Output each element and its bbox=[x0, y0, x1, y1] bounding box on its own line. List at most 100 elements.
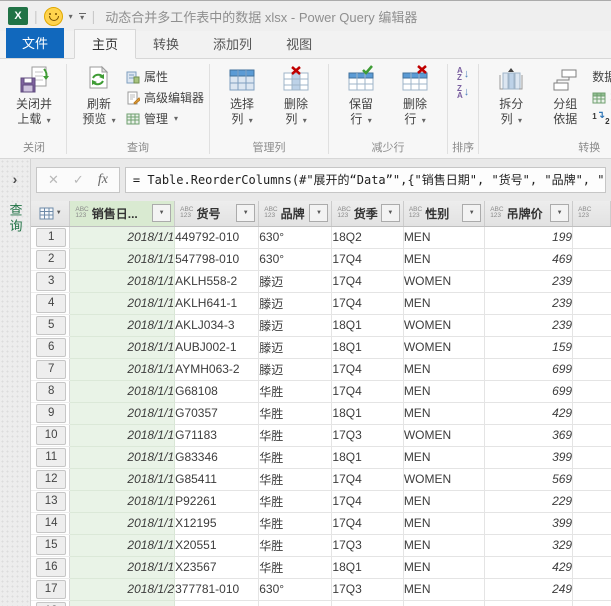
cell[interactable]: 17Q4 bbox=[331, 380, 404, 403]
cell[interactable]: 17Q4 bbox=[331, 468, 404, 491]
cell[interactable]: MEN bbox=[403, 490, 486, 513]
row-number[interactable]: 7 bbox=[31, 358, 71, 381]
cell[interactable]: 17Q3 bbox=[331, 424, 404, 447]
cell[interactable]: 2018/1/1 bbox=[69, 380, 176, 403]
properties-button[interactable]: 属性 bbox=[126, 66, 204, 87]
cell[interactable]: MEN bbox=[403, 226, 486, 249]
cell[interactable]: P92261 bbox=[174, 490, 260, 513]
cell[interactable]: 369 bbox=[484, 424, 574, 447]
cell[interactable]: 630° bbox=[258, 578, 333, 601]
row-number[interactable]: 6 bbox=[31, 336, 71, 359]
tab-home[interactable]: 主页 bbox=[74, 29, 137, 59]
cell[interactable]: 239 bbox=[484, 314, 574, 337]
cell[interactable]: 239 bbox=[484, 270, 574, 293]
cell[interactable]: 377781-010 bbox=[174, 578, 260, 601]
cell[interactable]: WOMEN bbox=[403, 424, 486, 447]
row-number[interactable]: 2 bbox=[31, 248, 71, 271]
cell[interactable]: 18Q1 bbox=[331, 314, 404, 337]
cell[interactable]: 华胜 bbox=[258, 512, 333, 535]
formula-input[interactable]: = Table.ReorderColumns(#"展开的“Data”",{"销售… bbox=[124, 167, 606, 193]
cell[interactable]: G71183 bbox=[174, 424, 260, 447]
cell[interactable]: 华胜 bbox=[258, 490, 333, 513]
split-column-button[interactable]: 拆分 列 ▾ bbox=[484, 63, 538, 130]
cell[interactable]: 569 bbox=[484, 468, 574, 491]
cell[interactable]: 449792-010 bbox=[174, 226, 260, 249]
cell[interactable]: 华胜 bbox=[258, 424, 333, 447]
remove-columns-button[interactable]: 删除 列 ▾ bbox=[269, 63, 323, 130]
cell[interactable]: 18Q1 bbox=[331, 446, 404, 469]
tab-transform[interactable]: 转换 bbox=[136, 30, 196, 58]
cell[interactable]: 429 bbox=[484, 402, 574, 425]
cell[interactable]: AUBJ002-1 bbox=[174, 336, 260, 359]
cell[interactable]: MEN bbox=[403, 292, 486, 315]
row-number[interactable]: 17 bbox=[31, 578, 71, 601]
fx-icon[interactable]: fx bbox=[98, 172, 108, 188]
column-header[interactable]: ABC 123 吊牌价 ▼ bbox=[484, 201, 574, 227]
cell[interactable]: MEN bbox=[403, 380, 486, 403]
row-number[interactable]: 1 bbox=[31, 226, 71, 249]
cell[interactable]: 17Q4 bbox=[331, 248, 404, 271]
cell[interactable]: 17Q4 bbox=[331, 600, 404, 606]
cell[interactable]: 17Q4 bbox=[331, 270, 404, 293]
cell[interactable]: 159 bbox=[484, 336, 574, 359]
cell[interactable]: 399 bbox=[484, 446, 574, 469]
cell[interactable]: AKLH558-2 bbox=[174, 270, 260, 293]
filter-dropdown-button[interactable]: ▼ bbox=[380, 204, 400, 223]
cell[interactable]: 329 bbox=[484, 534, 574, 557]
cell[interactable]: 199 bbox=[484, 226, 574, 249]
cell[interactable]: 2018/1/1 bbox=[69, 358, 176, 381]
row-number[interactable]: 11 bbox=[31, 446, 71, 469]
cell[interactable]: 华胜 bbox=[258, 402, 333, 425]
cell[interactable]: MEN bbox=[403, 248, 486, 271]
manage-button[interactable]: 管理 ▾ bbox=[126, 108, 204, 129]
keep-rows-button[interactable]: 保留 行 ▾ bbox=[334, 63, 388, 130]
cell[interactable]: 17Q4 bbox=[331, 292, 404, 315]
cancel-formula-icon[interactable]: ✕ bbox=[48, 172, 59, 188]
filter-dropdown-button[interactable]: ▼ bbox=[462, 204, 482, 223]
row-number[interactable]: 3 bbox=[31, 270, 71, 293]
cell[interactable]: X23567 bbox=[174, 556, 260, 579]
feedback-smiley-icon[interactable] bbox=[43, 6, 63, 26]
cell[interactable]: 2018/1/1 bbox=[69, 468, 176, 491]
cell[interactable]: 699 bbox=[484, 380, 574, 403]
cell[interactable]: WOMEN bbox=[403, 336, 486, 359]
cell[interactable]: G70357 bbox=[174, 402, 260, 425]
cell[interactable]: WOMEN bbox=[403, 270, 486, 293]
cell[interactable]: 630° bbox=[258, 226, 333, 249]
filter-dropdown-button[interactable]: ▼ bbox=[309, 204, 329, 223]
cell[interactable]: 华胜 bbox=[258, 556, 333, 579]
row-number[interactable]: 4 bbox=[31, 292, 71, 315]
cell[interactable]: 2018/1/2 bbox=[69, 600, 176, 606]
cell[interactable]: 547798-010 bbox=[174, 248, 260, 271]
cell[interactable]: 18Q1 bbox=[331, 556, 404, 579]
choose-columns-button[interactable]: 选择 列 ▾ bbox=[215, 63, 269, 130]
filter-dropdown-button[interactable]: ▼ bbox=[152, 204, 172, 223]
cell[interactable]: 630° bbox=[258, 600, 333, 606]
row-number[interactable]: 18 bbox=[31, 600, 71, 606]
cell[interactable]: 1199 bbox=[484, 600, 574, 606]
cell[interactable]: 2018/1/1 bbox=[69, 292, 176, 315]
smiley-dropdown-icon[interactable]: ▾ bbox=[69, 12, 73, 21]
tab-view[interactable]: 视图 bbox=[269, 30, 329, 58]
cell[interactable]: 18Q1 bbox=[331, 402, 404, 425]
replace-values-button[interactable]: 1↴2 替换值 bbox=[592, 108, 611, 129]
cell[interactable]: 华胜 bbox=[258, 468, 333, 491]
cell[interactable]: 2018/1/1 bbox=[69, 336, 176, 359]
cell[interactable]: 249 bbox=[484, 578, 574, 601]
cell[interactable]: WOMEN bbox=[403, 314, 486, 337]
cell[interactable]: 2018/1/1 bbox=[69, 490, 176, 513]
tab-add-column[interactable]: 添加列 bbox=[196, 30, 269, 58]
filter-dropdown-button[interactable]: ▼ bbox=[550, 204, 570, 223]
close-and-load-button[interactable]: 关闭并 上载 ▾ bbox=[7, 63, 61, 130]
column-header[interactable]: ABC 123 货号 ▼ bbox=[174, 201, 260, 227]
cell[interactable]: 2018/1/1 bbox=[69, 556, 176, 579]
cell[interactable]: 17Q4 bbox=[331, 512, 404, 535]
cell[interactable]: 17Q4 bbox=[331, 490, 404, 513]
group-by-button[interactable]: 分组 依据 bbox=[538, 63, 592, 129]
cell[interactable]: 滕迈 bbox=[258, 270, 333, 293]
cell[interactable]: 239 bbox=[484, 292, 574, 315]
cell[interactable]: 2018/1/1 bbox=[69, 512, 176, 535]
cell[interactable]: 滕迈 bbox=[258, 292, 333, 315]
row-number[interactable]: 8 bbox=[31, 380, 71, 403]
row-number[interactable]: 10 bbox=[31, 424, 71, 447]
